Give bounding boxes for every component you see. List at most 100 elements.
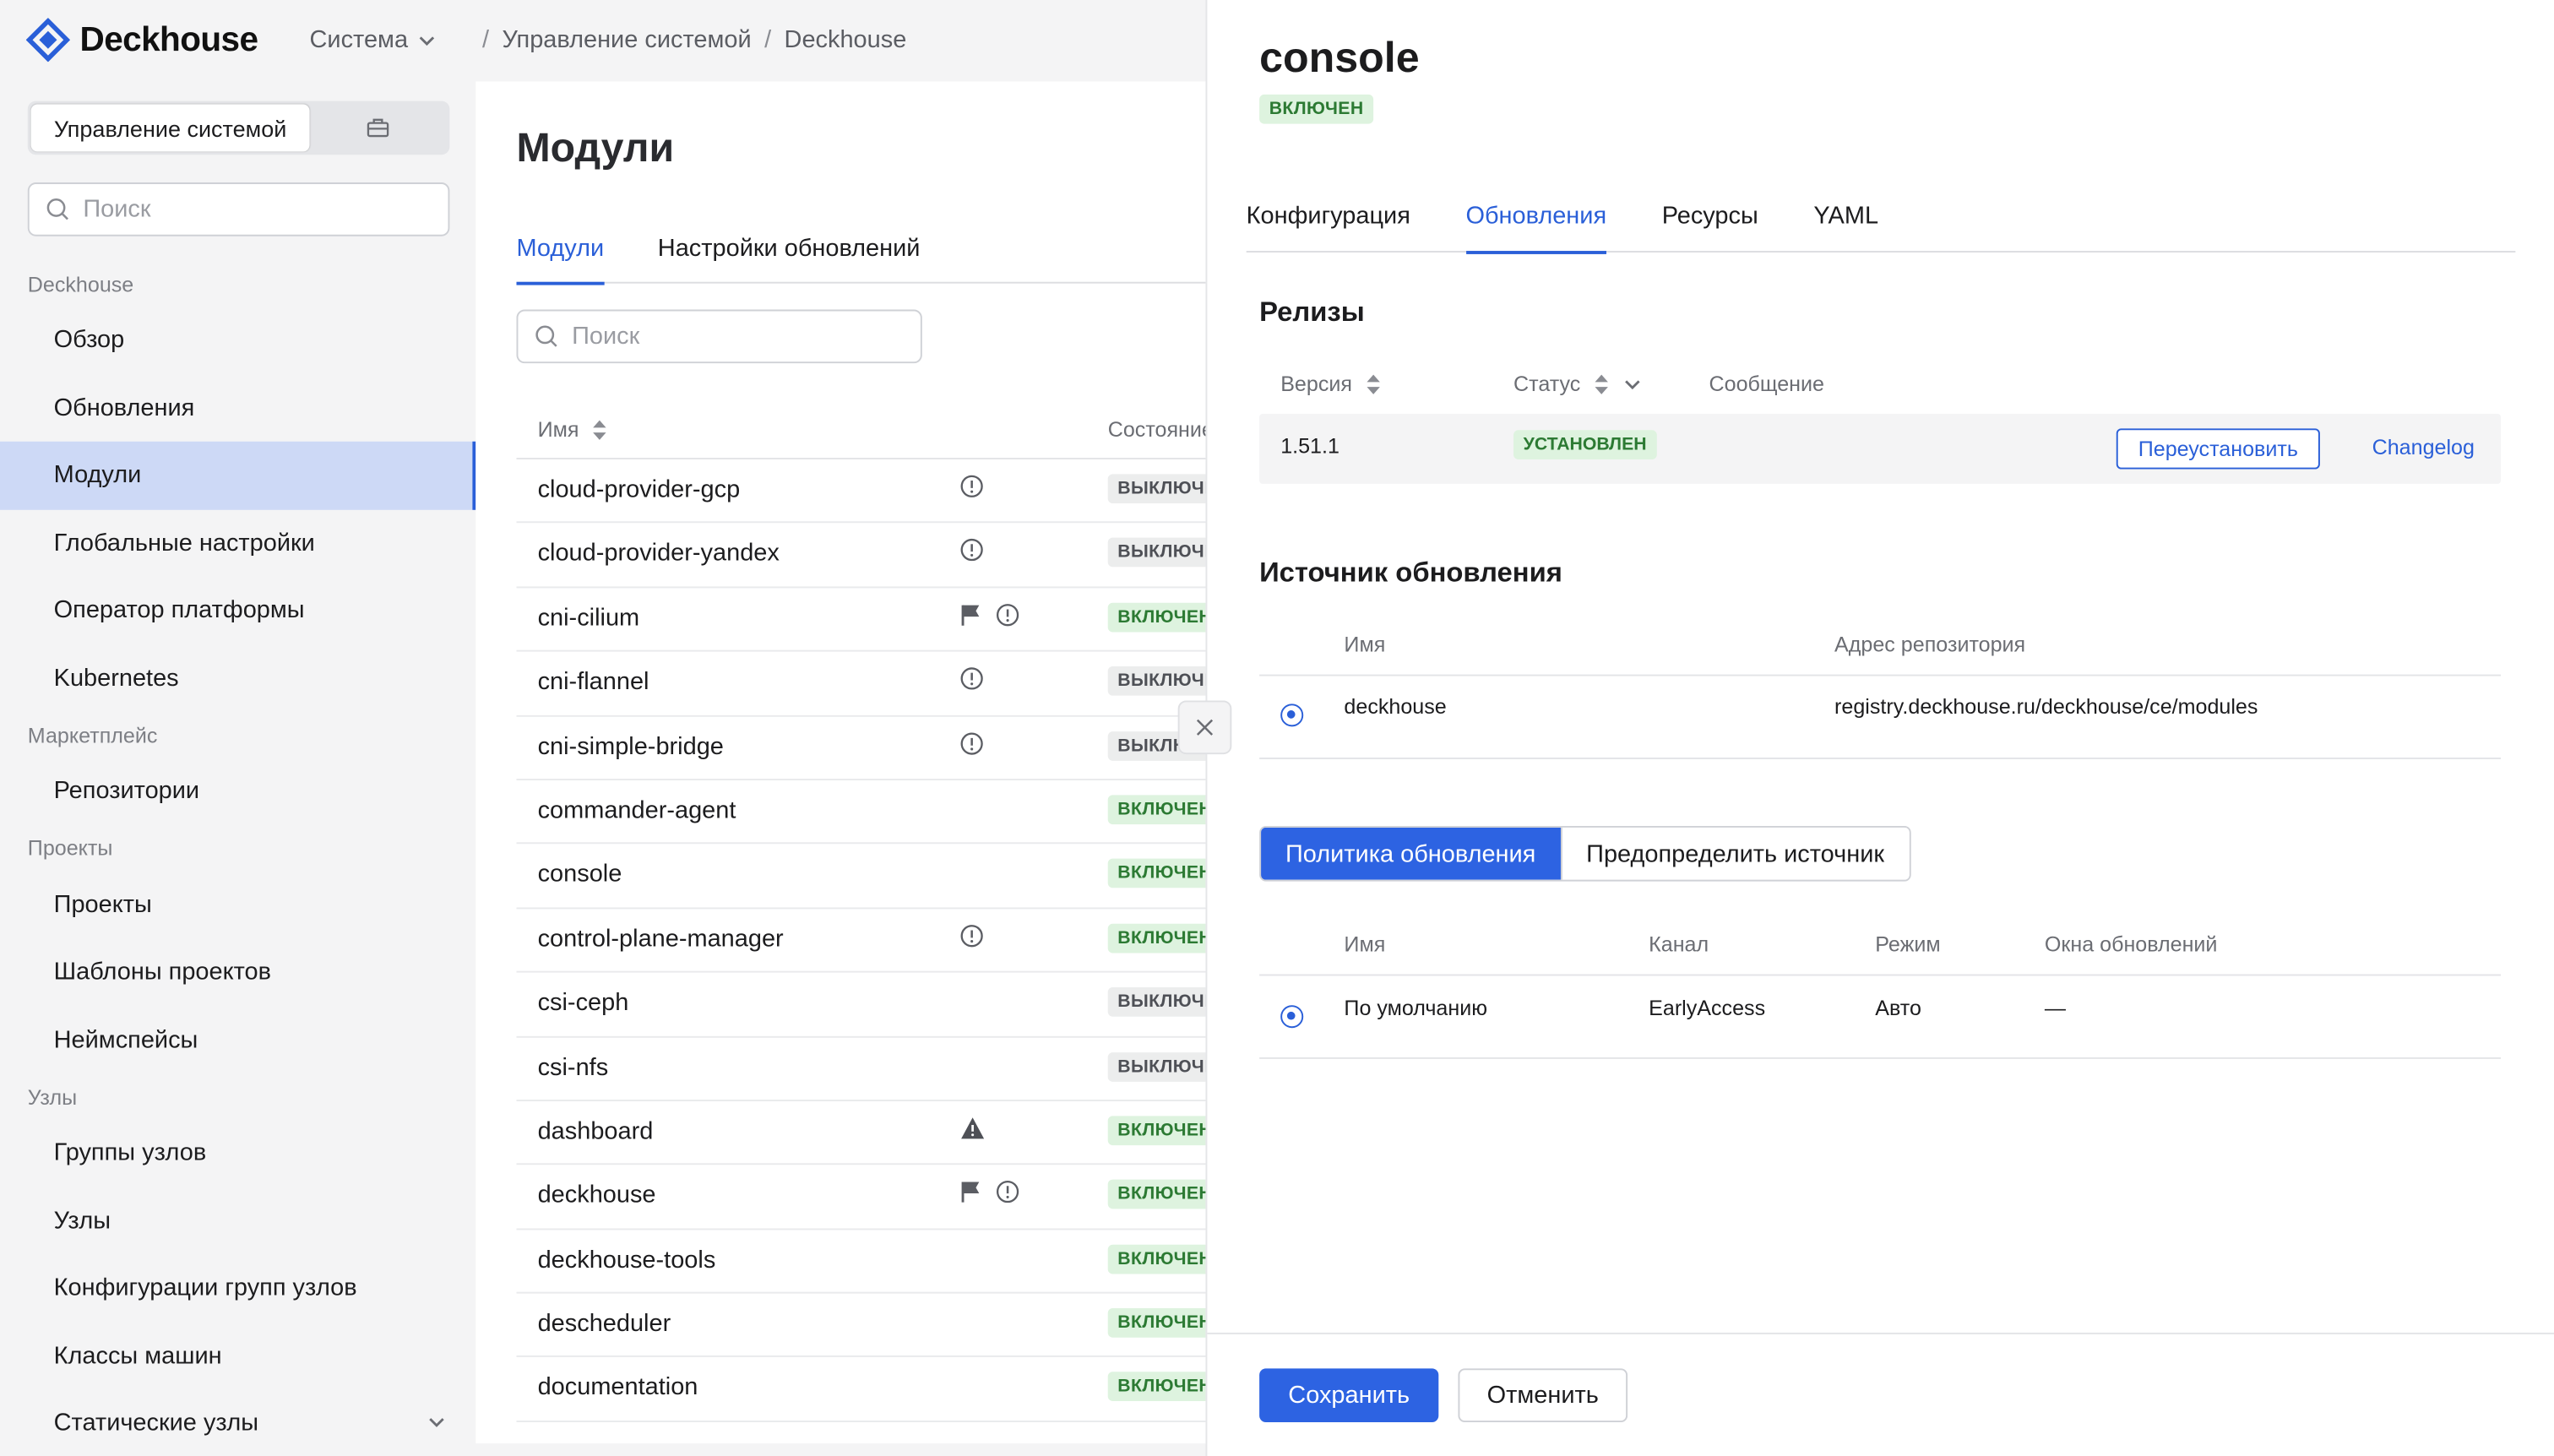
changelog-link[interactable]: Changelog [2372,435,2475,459]
table-row[interactable]: cni-flannel ВЫКЛЮЧЕН [516,652,1206,716]
divider [1259,1057,2502,1059]
module-name: cni-cilium [537,604,640,633]
table-row[interactable]: cloud-provider-gcp ВЫКЛЮЧЕН [516,459,1206,524]
module-name: dashboard [537,1117,654,1145]
module-name: console [537,861,622,888]
breadcrumb-item-system[interactable]: Управление системой [502,26,751,54]
column-version[interactable]: Версия [1280,372,1381,396]
modules-search-input[interactable] [572,322,898,350]
module-status-icons [959,923,984,956]
policy-column-channel: Канал [1649,932,1709,957]
panel-tabs: Конфигурация Обновления Ресурсы YAML [1246,202,2516,254]
segment-projects[interactable] [310,104,447,151]
module-state-badge: ВКЛЮЧЕН [1107,923,1206,953]
release-row: 1.51.1 УСТАНОВЛЕН Переустановить Changel… [1259,413,2502,484]
info-icon[interactable] [959,731,984,763]
divider [1259,674,2502,676]
module-status-icons [959,666,984,699]
table-row[interactable]: documentation ВКЛЮЧЕН [516,1358,1206,1422]
sidebar-item-overview[interactable]: Обзор [0,307,475,374]
sidebar-item-project-templates[interactable]: Шаблоны проектов [0,938,475,1006]
tab-modules[interactable]: Модули [516,235,604,285]
info-icon[interactable] [959,538,984,571]
policy-windows: — [2044,995,2066,1020]
table-row[interactable]: descheduler ВКЛЮЧЕН [516,1294,1206,1358]
table-row[interactable]: csi-nfs ВЫКЛЮЧЕН [516,1037,1206,1101]
segment-system-management[interactable]: Управление системой [30,104,310,152]
close-icon [1196,719,1214,736]
source-radio[interactable] [1280,704,1304,727]
segment-update-policy[interactable]: Политика обновления [1261,827,1561,880]
system-menu[interactable]: Система [310,26,437,54]
sort-icon [1595,373,1609,394]
table-row[interactable]: dashboard ВКЛЮЧЕН [516,1101,1206,1165]
cancel-button[interactable]: Отменить [1458,1368,1628,1423]
sidebar-item-label: Статические узлы [53,1410,259,1437]
info-icon[interactable] [996,1180,1020,1213]
sidebar-item-projects[interactable]: Проекты [0,871,475,938]
module-name: deckhouse-tools [537,1246,716,1274]
search-icon [535,325,557,347]
footer-divider [1207,1332,2554,1334]
table-row[interactable]: console ВКЛЮЧЕН [516,845,1206,909]
filter-chevron-icon[interactable] [1622,374,1642,394]
module-name: csi-nfs [537,1053,609,1081]
column-status[interactable]: Статус [1513,372,1643,396]
tab-configuration[interactable]: Конфигурация [1247,202,1410,253]
module-name: deckhouse [537,1182,656,1209]
sidebar-item-namespaces[interactable]: Неймспейсы [0,1006,475,1073]
table-row[interactable]: csi-ceph ВЫКЛЮЧЕН [516,973,1206,1037]
table-row[interactable]: deckhouse ВКЛЮЧЕН [516,1165,1206,1230]
table-row[interactable]: cni-simple-bridgeВЫКЛЮЧЕН [516,716,1206,780]
sidebar-item-kubernetes[interactable]: Kubernetes [0,644,475,712]
sidebar-item-repositories[interactable]: Репозитории [0,758,475,825]
info-icon[interactable] [959,923,984,956]
sidebar-item-modules[interactable]: Модули [0,441,476,509]
sidebar-search-input[interactable] [83,195,410,224]
module-state-badge: ВЫКЛЮЧЕН [1107,987,1206,1017]
module-state-badge: ВЫКЛЮЧЕН [1107,474,1206,504]
sidebar-item-machine-classes[interactable]: Классы машин [0,1322,475,1389]
flag-icon[interactable] [959,1180,982,1213]
sidebar-item-platform-operator[interactable]: Оператор платформы [0,577,475,644]
warning-icon[interactable] [959,1116,986,1149]
table-row[interactable]: deckhouse-tools ВКЛЮЧЕН [516,1230,1206,1294]
sidebar-item-global-settings[interactable]: Глобальные настройки [0,509,475,577]
sidebar-item-nodes[interactable]: Узлы [0,1187,475,1254]
sidebar-item-updates[interactable]: Обновления [0,374,475,442]
table-row[interactable]: cni-cilium ВКЛЮЧЕН [516,588,1206,652]
info-icon[interactable] [959,666,984,699]
sidebar-item-static-nodes[interactable]: Статические узлы [0,1389,475,1456]
flag-icon[interactable] [959,602,982,635]
sidebar-group-projects: Проекты [27,835,113,861]
divider [1259,974,2502,976]
module-status-icons [959,1116,986,1149]
segment-override-source[interactable]: Предопределить источник [1560,827,1909,880]
info-icon[interactable] [959,474,984,507]
sidebar-item-node-groups[interactable]: Группы узлов [0,1119,475,1187]
column-state[interactable]: Состояние [1108,417,1206,442]
module-name: cni-simple-bridge [537,732,724,760]
tab-yaml[interactable]: YAML [1813,202,1878,253]
reinstall-button[interactable]: Переустановить [2116,428,2320,470]
tab-resources[interactable]: Ресурсы [1662,202,1758,253]
modules-table-header: Имя Состояние [516,401,1206,459]
column-name[interactable]: Имя [538,417,609,442]
close-panel-button[interactable] [1177,700,1232,755]
system-menu-label: Система [309,25,409,54]
module-state-badge: ВКЛЮЧЕН [1259,94,1374,124]
policy-radio[interactable] [1280,1005,1304,1029]
breadcrumb-item-deckhouse[interactable]: Deckhouse [785,26,907,54]
deckhouse-logo[interactable]: Deckhouse [25,18,258,62]
module-status-icons [959,602,1019,635]
save-button[interactable]: Сохранить [1259,1368,1439,1423]
breadcrumb-separator: / [764,25,772,54]
table-row[interactable]: control-plane-manager ВКЛЮЧЕН [516,909,1206,973]
tab-updates[interactable]: Обновления [1465,202,1607,254]
module-status-icons [959,731,984,763]
tab-update-settings[interactable]: Настройки обновлений [658,235,921,284]
table-row[interactable]: cloud-provider-yandex ВЫКЛЮЧЕН [516,524,1206,588]
sidebar-item-node-group-configs[interactable]: Конфигурации групп узлов [0,1254,475,1322]
table-row[interactable]: commander-agent ВКЛЮЧЕН [516,780,1206,845]
info-icon[interactable] [996,602,1020,635]
